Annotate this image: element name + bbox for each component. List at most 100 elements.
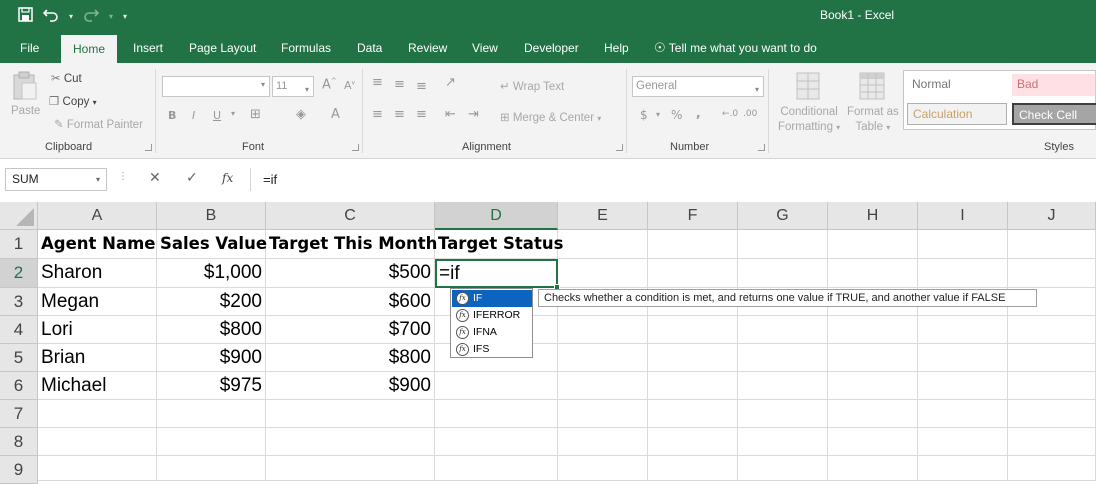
- paste-button[interactable]: Paste: [11, 105, 40, 117]
- merge-center-button[interactable]: ⊞ Merge & Center ▾: [500, 110, 601, 124]
- cell-g6[interactable]: [738, 372, 828, 400]
- wrap-text-button[interactable]: ↵ Wrap Text: [500, 79, 564, 93]
- increase-indent-icon[interactable]: ⇥: [468, 107, 479, 122]
- cell-j2[interactable]: [1008, 259, 1096, 288]
- style-bad[interactable]: Bad: [1012, 74, 1096, 96]
- column-header-g[interactable]: G: [738, 202, 828, 230]
- cell-d6[interactable]: [435, 372, 558, 400]
- row-header-3[interactable]: 3: [0, 288, 38, 316]
- font-launcher-icon[interactable]: [352, 144, 359, 151]
- decrease-indent-icon[interactable]: ⇤: [445, 107, 456, 122]
- accounting-format-button[interactable]: $: [640, 108, 648, 122]
- column-header-e[interactable]: E: [558, 202, 648, 230]
- cell-b8[interactable]: [157, 428, 266, 456]
- select-all-button[interactable]: [0, 202, 38, 230]
- undo-icon[interactable]: [42, 8, 59, 26]
- cell-a9[interactable]: [38, 456, 157, 481]
- cell-j7[interactable]: [1008, 400, 1096, 428]
- cancel-icon[interactable]: ✕: [149, 170, 161, 186]
- tab-page-layout[interactable]: Page Layout: [189, 33, 256, 63]
- cell-a8[interactable]: [38, 428, 157, 456]
- cell-g1[interactable]: [738, 230, 828, 259]
- column-header-b[interactable]: B: [157, 202, 266, 230]
- cell-e6[interactable]: [558, 372, 648, 400]
- cell-a2[interactable]: Sharon: [38, 259, 157, 288]
- enter-icon[interactable]: ✓: [186, 170, 198, 186]
- fill-color-icon[interactable]: ◈: [296, 107, 306, 122]
- cell-c8[interactable]: [266, 428, 435, 456]
- percent-style-button[interactable]: %: [671, 108, 682, 122]
- cell-h9[interactable]: [828, 456, 918, 481]
- alignment-launcher-icon[interactable]: [616, 144, 623, 151]
- cell-b2[interactable]: $1,000: [157, 259, 266, 288]
- cell-h4[interactable]: [828, 316, 918, 344]
- cell-f2[interactable]: [648, 259, 738, 288]
- row-header-1[interactable]: 1: [0, 230, 38, 259]
- cell-e2[interactable]: [558, 259, 648, 288]
- redo-icon[interactable]: [83, 8, 100, 26]
- cell-a7[interactable]: [38, 400, 157, 428]
- tell-me-search[interactable]: ☉ Tell me what you want to do: [654, 33, 817, 63]
- cell-i7[interactable]: [918, 400, 1008, 428]
- cell-c5[interactable]: $800: [266, 344, 435, 372]
- font-size-combo[interactable]: 11 ▾: [272, 76, 314, 97]
- cell-d8[interactable]: [435, 428, 558, 456]
- cell-c2[interactable]: $500: [266, 259, 435, 288]
- tab-view[interactable]: View: [472, 33, 498, 63]
- cell-g4[interactable]: [738, 316, 828, 344]
- align-right-icon[interactable]: ≡: [416, 107, 427, 122]
- format-painter-button[interactable]: ✎ Format Painter: [54, 117, 143, 131]
- name-box[interactable]: SUM ▾: [5, 168, 107, 191]
- cell-j9[interactable]: [1008, 456, 1096, 481]
- cell-f5[interactable]: [648, 344, 738, 372]
- cell-c6[interactable]: $900: [266, 372, 435, 400]
- cell-e8[interactable]: [558, 428, 648, 456]
- cell-i8[interactable]: [918, 428, 1008, 456]
- cell-b4[interactable]: $800: [157, 316, 266, 344]
- align-left-icon[interactable]: ≡: [372, 107, 383, 122]
- cell-c4[interactable]: $700: [266, 316, 435, 344]
- active-cell-d2[interactable]: =if: [435, 259, 558, 288]
- cell-h8[interactable]: [828, 428, 918, 456]
- borders-icon[interactable]: ⊞: [250, 107, 261, 122]
- name-box-dropdown-icon[interactable]: ▾: [96, 169, 100, 190]
- cell-j1[interactable]: [1008, 230, 1096, 259]
- cell-i5[interactable]: [918, 344, 1008, 372]
- format-as-table-icon[interactable]: [858, 71, 886, 101]
- cell-a1[interactable]: Agent Name: [38, 230, 157, 259]
- cell-f7[interactable]: [648, 400, 738, 428]
- cell-j6[interactable]: [1008, 372, 1096, 400]
- cell-h6[interactable]: [828, 372, 918, 400]
- cell-h7[interactable]: [828, 400, 918, 428]
- cell-b9[interactable]: [157, 456, 266, 481]
- underline-dropdown-icon[interactable]: ▾: [231, 109, 235, 118]
- cell-h2[interactable]: [828, 259, 918, 288]
- align-center-icon[interactable]: ≡: [394, 107, 405, 122]
- tab-insert[interactable]: Insert: [133, 33, 163, 63]
- align-top-icon[interactable]: ≡: [372, 75, 383, 90]
- row-header-9[interactable]: 9: [0, 456, 38, 484]
- row-header-8[interactable]: 8: [0, 428, 38, 456]
- undo-dropdown-icon[interactable]: ▾: [69, 8, 73, 26]
- cell-g9[interactable]: [738, 456, 828, 481]
- cell-b6[interactable]: $975: [157, 372, 266, 400]
- row-header-4[interactable]: 4: [0, 316, 38, 344]
- column-header-h[interactable]: H: [828, 202, 918, 230]
- cell-b1[interactable]: Sales Value: [157, 230, 267, 259]
- cell-g2[interactable]: [738, 259, 828, 288]
- cell-j5[interactable]: [1008, 344, 1096, 372]
- style-normal[interactable]: Normal: [907, 74, 1007, 96]
- cell-e1[interactable]: [558, 230, 648, 259]
- grow-font-icon[interactable]: A^: [322, 77, 337, 92]
- cell-j8[interactable]: [1008, 428, 1096, 456]
- cell-f6[interactable]: [648, 372, 738, 400]
- italic-button[interactable]: I: [192, 109, 195, 122]
- row-header-2[interactable]: 2: [0, 259, 38, 288]
- decrease-decimal-icon[interactable]: .00: [743, 109, 757, 119]
- cell-a3[interactable]: Megan: [38, 288, 157, 316]
- tab-developer[interactable]: Developer: [524, 33, 579, 63]
- cell-f1[interactable]: [648, 230, 738, 259]
- autocomplete-item-ifs[interactable]: fx IFS: [452, 341, 532, 358]
- cell-a6[interactable]: Michael: [38, 372, 157, 400]
- formula-input[interactable]: =if: [250, 168, 1096, 191]
